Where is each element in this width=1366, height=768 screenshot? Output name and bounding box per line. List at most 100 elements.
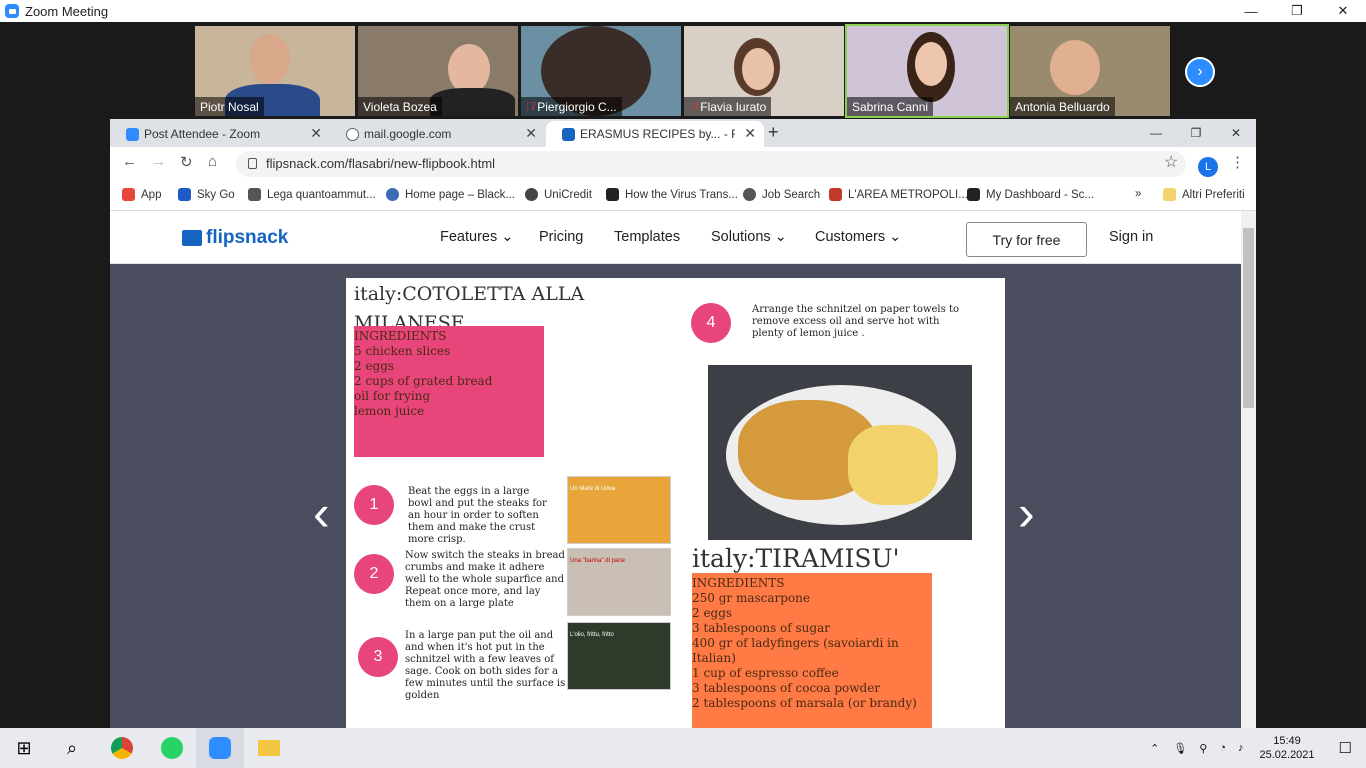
close-button[interactable]: ✕ <box>1320 0 1366 22</box>
participant-tile[interactable]: Violeta Bozea <box>358 26 518 116</box>
step-text: In a large pan put the oil and and when … <box>405 630 566 701</box>
bookmark-item[interactable]: How the Virus Trans... <box>606 188 738 201</box>
tab-flipsnack[interactable]: ERASMUS RECIPES by... - Flipsnac✕ <box>546 121 764 147</box>
zoom-icon <box>126 128 139 141</box>
unicredit-icon <box>525 188 538 201</box>
bookmark-item[interactable]: Lega quantoammut... <box>248 188 376 201</box>
nav-templates[interactable]: Templates <box>614 229 680 245</box>
more-bookmarks-icon[interactable]: » <box>1135 188 1141 200</box>
participant-tile[interactable]: Antonia Belluardo <box>1010 26 1170 116</box>
muted-mic-icon: 🎙̸ <box>526 100 535 113</box>
minimize-button[interactable]: — <box>1136 119 1176 147</box>
start-icon[interactable]: ⊞ <box>0 728 48 768</box>
globe-icon <box>346 128 359 141</box>
network-icon[interactable]: ⚲ <box>1193 742 1213 755</box>
clock[interactable]: 15:49 25.02.2021 <box>1249 734 1324 762</box>
metropoli-icon <box>829 188 842 201</box>
participant-name: 🎙̸ Piergiorgio C... <box>521 97 622 116</box>
participant-name: Violeta Bozea <box>358 97 442 116</box>
home-icon[interactable]: ⌂ <box>208 153 217 170</box>
search-icon[interactable]: ⌕ <box>48 728 96 768</box>
recipe-title: italy:TIRAMISU' <box>692 544 900 573</box>
participant-strip: Piotr Nosal Violeta Bozea 🎙̸ Piergiorgio … <box>0 22 1366 120</box>
restore-button[interactable]: ❐ <box>1274 0 1320 22</box>
lega-icon <box>248 188 261 201</box>
zoom-logo-icon <box>5 4 19 18</box>
virus-article-icon <box>606 188 619 201</box>
nav-features[interactable]: Features ⌄ <box>440 229 513 245</box>
prev-page-icon[interactable]: ‹ <box>313 484 330 542</box>
menu-icon[interactable]: ⋮ <box>1230 153 1245 171</box>
other-bookmarks[interactable]: Altri Preferiti <box>1163 188 1245 201</box>
file-explorer-icon[interactable] <box>245 728 293 768</box>
bookmarks-bar: App Sky Go Lega quantoammut... Home page… <box>110 181 1256 211</box>
participant-tile[interactable]: 🎙̸ Piergiorgio C... <box>521 26 681 116</box>
bookmark-item[interactable]: Home page – Black... <box>386 188 515 201</box>
flipsnack-header: flipsnack Features ⌄ Pricing Templates S… <box>110 211 1241 264</box>
flipbook-viewer: ‹ › italy:COTOLETTA ALLA MILANESE INGRED… <box>110 264 1241 728</box>
step-image: Un Mare di Uova <box>567 476 671 544</box>
skygo-icon <box>178 188 191 201</box>
blackrock-icon <box>386 188 399 201</box>
restore-button[interactable]: ❐ <box>1176 119 1216 147</box>
bookmark-item[interactable]: L'AREA METROPOLI... <box>829 188 968 201</box>
window-title: Zoom Meeting <box>25 3 109 19</box>
step-image: L'olio, frittu, fritto <box>567 622 671 690</box>
sign-in-link[interactable]: Sign in <box>1109 229 1153 245</box>
tray-chevron-icon[interactable]: ⌃ <box>1142 742 1167 755</box>
close-tab-icon[interactable]: ✕ <box>525 125 537 142</box>
whatsapp-icon[interactable] <box>148 728 196 768</box>
page-scrollbar[interactable] <box>1241 211 1256 728</box>
bookmark-item[interactable]: Job Search <box>743 188 820 201</box>
bookmark-star-icon[interactable]: ☆ <box>1164 152 1178 172</box>
reload-icon[interactable]: ↻ <box>180 153 193 171</box>
participant-name: Antonia Belluardo <box>1010 97 1115 116</box>
next-participants-button[interactable]: › <box>1185 57 1215 87</box>
bookmark-apps[interactable]: App <box>122 188 161 201</box>
participant-name: Piotr Nosal <box>195 97 264 116</box>
ingredients-box: INGREDIENTS 5 chicken slices 2 eggs 2 cu… <box>354 326 544 457</box>
wifi-icon[interactable]: ◔ <box>1213 742 1232 754</box>
microphone-icon[interactable]: 🎙 <box>1167 742 1193 755</box>
notifications-icon[interactable]: ☐ <box>1325 739 1366 757</box>
zoom-taskbar-icon[interactable] <box>196 728 244 768</box>
step-number: 4 <box>691 303 731 343</box>
book-icon <box>182 230 202 246</box>
address-bar[interactable]: flipsnack.com/flasabri/new-flipbook.html <box>236 151 1186 177</box>
lock-icon <box>248 158 257 169</box>
tab-zoom[interactable]: Post Attendee - Zoom ✕ <box>110 121 330 147</box>
tab-gmail[interactable]: mail.google.com ✕ <box>330 121 545 147</box>
profile-avatar[interactable]: L <box>1198 157 1218 177</box>
new-tab-button[interactable]: + <box>768 122 779 143</box>
browser-window: Post Attendee - Zoom ✕ mail.google.com ✕ E… <box>110 119 1256 728</box>
step-number: 1 <box>354 485 394 525</box>
forward-icon[interactable]: → <box>151 153 166 170</box>
folder-icon <box>1163 188 1176 201</box>
bookmark-item[interactable]: UniCredit <box>525 188 592 201</box>
back-icon[interactable]: ← <box>122 153 137 170</box>
step-number: 3 <box>358 637 398 677</box>
nav-pricing[interactable]: Pricing <box>539 229 583 245</box>
left-page: italy:COTOLETTA ALLA MILANESE INGREDIENT… <box>346 278 676 728</box>
scrollbar-thumb[interactable] <box>1243 228 1254 408</box>
zoom-window-controls: — ❐ ✕ <box>1228 0 1366 22</box>
chrome-icon[interactable] <box>98 728 146 768</box>
nav-solutions[interactable]: Solutions ⌄ <box>711 229 787 245</box>
close-tab-icon[interactable]: ✕ <box>744 125 756 142</box>
next-page-icon[interactable]: › <box>1018 484 1035 542</box>
flipsnack-logo[interactable]: flipsnack <box>182 227 288 249</box>
minimize-button[interactable]: — <box>1228 0 1274 22</box>
close-tab-icon[interactable]: ✕ <box>310 125 322 142</box>
volume-icon[interactable]: ♪ <box>1232 742 1250 754</box>
try-for-free-button[interactable]: Try for free <box>966 222 1087 257</box>
close-button[interactable]: ✕ <box>1216 119 1256 147</box>
participant-tile[interactable]: Piotr Nosal <box>195 26 355 116</box>
apps-grid-icon <box>122 188 135 201</box>
participant-tile-active[interactable]: Sabrina Canni <box>845 24 1009 118</box>
bookmark-item[interactable]: My Dashboard - Sc... <box>967 188 1094 201</box>
participant-tile[interactable]: 🎙̸ Flavia Iurato <box>684 26 844 116</box>
nav-customers[interactable]: Customers ⌄ <box>815 229 901 245</box>
globe-icon <box>743 188 756 201</box>
step-text: Now switch the steaks in bread crumbs an… <box>405 550 565 609</box>
bookmark-item[interactable]: Sky Go <box>178 188 235 201</box>
